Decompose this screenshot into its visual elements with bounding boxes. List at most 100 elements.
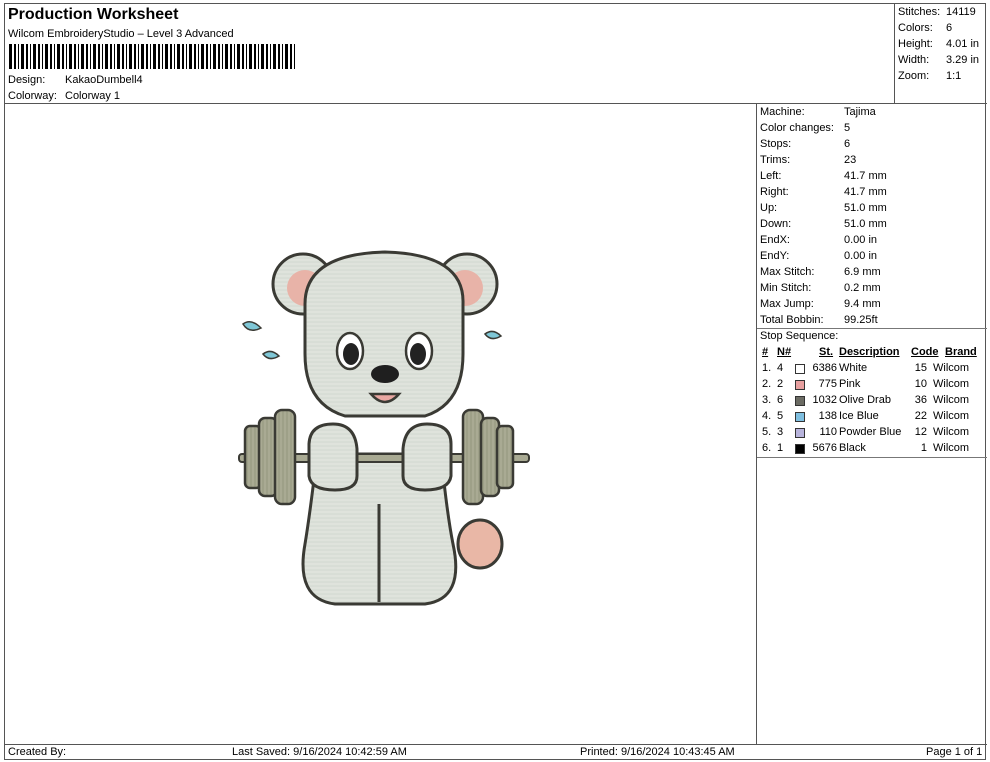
barcode-bar	[90, 44, 91, 69]
design-value: KakaoDumbell4	[65, 74, 143, 86]
zoom-value: 1:1	[946, 70, 962, 82]
barcode-bar	[50, 44, 52, 69]
stop-cell-brand: Wilcom	[933, 426, 970, 438]
barcode-bar	[270, 44, 271, 69]
barcode-bar	[237, 44, 240, 69]
barcode-bar	[225, 44, 228, 69]
color-swatch	[795, 380, 805, 390]
info-row-endx: EndX: 0.00 in	[760, 234, 877, 246]
divider	[757, 328, 987, 329]
barcode-bar	[246, 44, 247, 69]
width-value: 3.29 in	[946, 54, 980, 66]
info-value: 51.0 mm	[844, 202, 887, 214]
barcode-bar	[189, 44, 192, 69]
col-header-needle: N#	[777, 346, 792, 358]
stop-cell-num: 3.	[762, 394, 772, 406]
barcode-bar	[150, 44, 151, 69]
barcode-bar	[162, 44, 163, 69]
colorway-label: Colorway:	[8, 90, 57, 102]
barcode-bar	[254, 44, 256, 69]
stop-cell-n: 2	[777, 378, 784, 390]
divider	[757, 457, 987, 458]
barcode-bar	[110, 44, 112, 69]
stitches-value: 14119	[946, 6, 976, 18]
height-label: Height:	[898, 38, 933, 50]
sweat-drop-icon	[242, 321, 263, 331]
barcode-bar	[146, 44, 148, 69]
info-label: EndY:	[760, 250, 790, 262]
colorway-row: Colorway: Colorway 1	[8, 90, 120, 102]
info-value: 99.25ft	[844, 314, 878, 326]
stop-cell-code: 12	[914, 426, 927, 438]
stop-cell-brand: Wilcom	[933, 378, 970, 390]
left-paw	[307, 422, 359, 492]
barcode-bar	[42, 44, 43, 69]
stop-cell-code: 1	[920, 442, 927, 454]
stop-cell-st: 138	[818, 410, 837, 422]
info-value: 0.00 in	[844, 234, 878, 246]
info-value: 41.7 mm	[844, 186, 887, 198]
info-value: 9.4 mm	[844, 298, 881, 310]
info-value: 0.00 in	[844, 250, 878, 262]
barcode-bar	[186, 44, 187, 69]
color-swatch	[795, 364, 805, 374]
stop-cell-n: 3	[777, 426, 784, 438]
stop-cell-st: 1032	[812, 394, 837, 406]
info-label: Max Stitch:	[760, 266, 815, 278]
color-swatch	[795, 428, 805, 438]
info-row-left: Left: 41.7 mm	[760, 170, 887, 182]
barcode-bar	[78, 44, 79, 69]
barcode-bar	[158, 44, 160, 69]
right-paw	[401, 422, 453, 492]
barcode-bar	[242, 44, 244, 69]
barcode-bar	[114, 44, 115, 69]
barcode-bar	[69, 44, 72, 69]
colorway-value: Colorway 1	[65, 90, 121, 102]
barcode-bar	[198, 44, 199, 69]
stop-cell-num: 5.	[762, 426, 772, 438]
info-label: Max Jump:	[760, 298, 814, 310]
left-weight-plate	[273, 408, 297, 506]
height-row: Height: 4.01 in	[898, 38, 979, 50]
barcode-bar	[134, 44, 136, 69]
barcode-bar	[218, 44, 220, 69]
barcode-bar	[153, 44, 156, 69]
stop-cell-desc: Olive Drab	[839, 394, 891, 406]
stop-cell-desc: Powder Blue	[839, 426, 902, 438]
worksheet-footer: Created By: Last Saved: 9/16/2024 10:42:…	[5, 744, 987, 760]
barcode-bar	[138, 44, 139, 69]
info-label: EndX:	[760, 234, 790, 246]
stop-cell-num: 2.	[762, 378, 772, 390]
barcode-bar	[14, 44, 16, 69]
col-header-brand: Brand	[945, 346, 977, 358]
info-row-right: Right: 41.7 mm	[760, 186, 887, 198]
stop-cell-num: 6.	[762, 442, 772, 454]
barcode-bar	[54, 44, 55, 69]
stop-cell-desc: Ice Blue	[839, 410, 879, 422]
stop-cell-brand: Wilcom	[933, 410, 970, 422]
info-value: 6.9 mm	[844, 266, 881, 278]
barcode-bar	[98, 44, 100, 69]
stop-cell-st: 6386	[812, 362, 837, 374]
barcode-bar	[38, 44, 40, 69]
info-value: 0.2 mm	[844, 282, 881, 294]
barcode-bar	[182, 44, 184, 69]
barcode-bar	[33, 44, 36, 69]
design-label: Design:	[8, 74, 46, 86]
left-pupil	[343, 343, 359, 365]
stop-cell-n: 5	[777, 410, 784, 422]
col-header-description: Description	[839, 346, 900, 358]
info-row-min-stitch: Min Stitch: 0.2 mm	[760, 282, 881, 294]
barcode-bar	[62, 44, 64, 69]
stop-cell-brand: Wilcom	[933, 394, 970, 406]
barcode-bar	[126, 44, 127, 69]
barcode-bar	[66, 44, 67, 69]
barcode-bar	[117, 44, 120, 69]
right-weight-plate	[495, 424, 515, 490]
zoom-row: Zoom: 1:1	[898, 70, 961, 82]
info-row-trims: Trims: 23	[760, 154, 856, 166]
info-row-up: Up: 51.0 mm	[760, 202, 887, 214]
barcode-bar	[278, 44, 280, 69]
stop-cell-desc: Black	[839, 442, 866, 454]
col-header-stitches: St.	[819, 346, 834, 358]
